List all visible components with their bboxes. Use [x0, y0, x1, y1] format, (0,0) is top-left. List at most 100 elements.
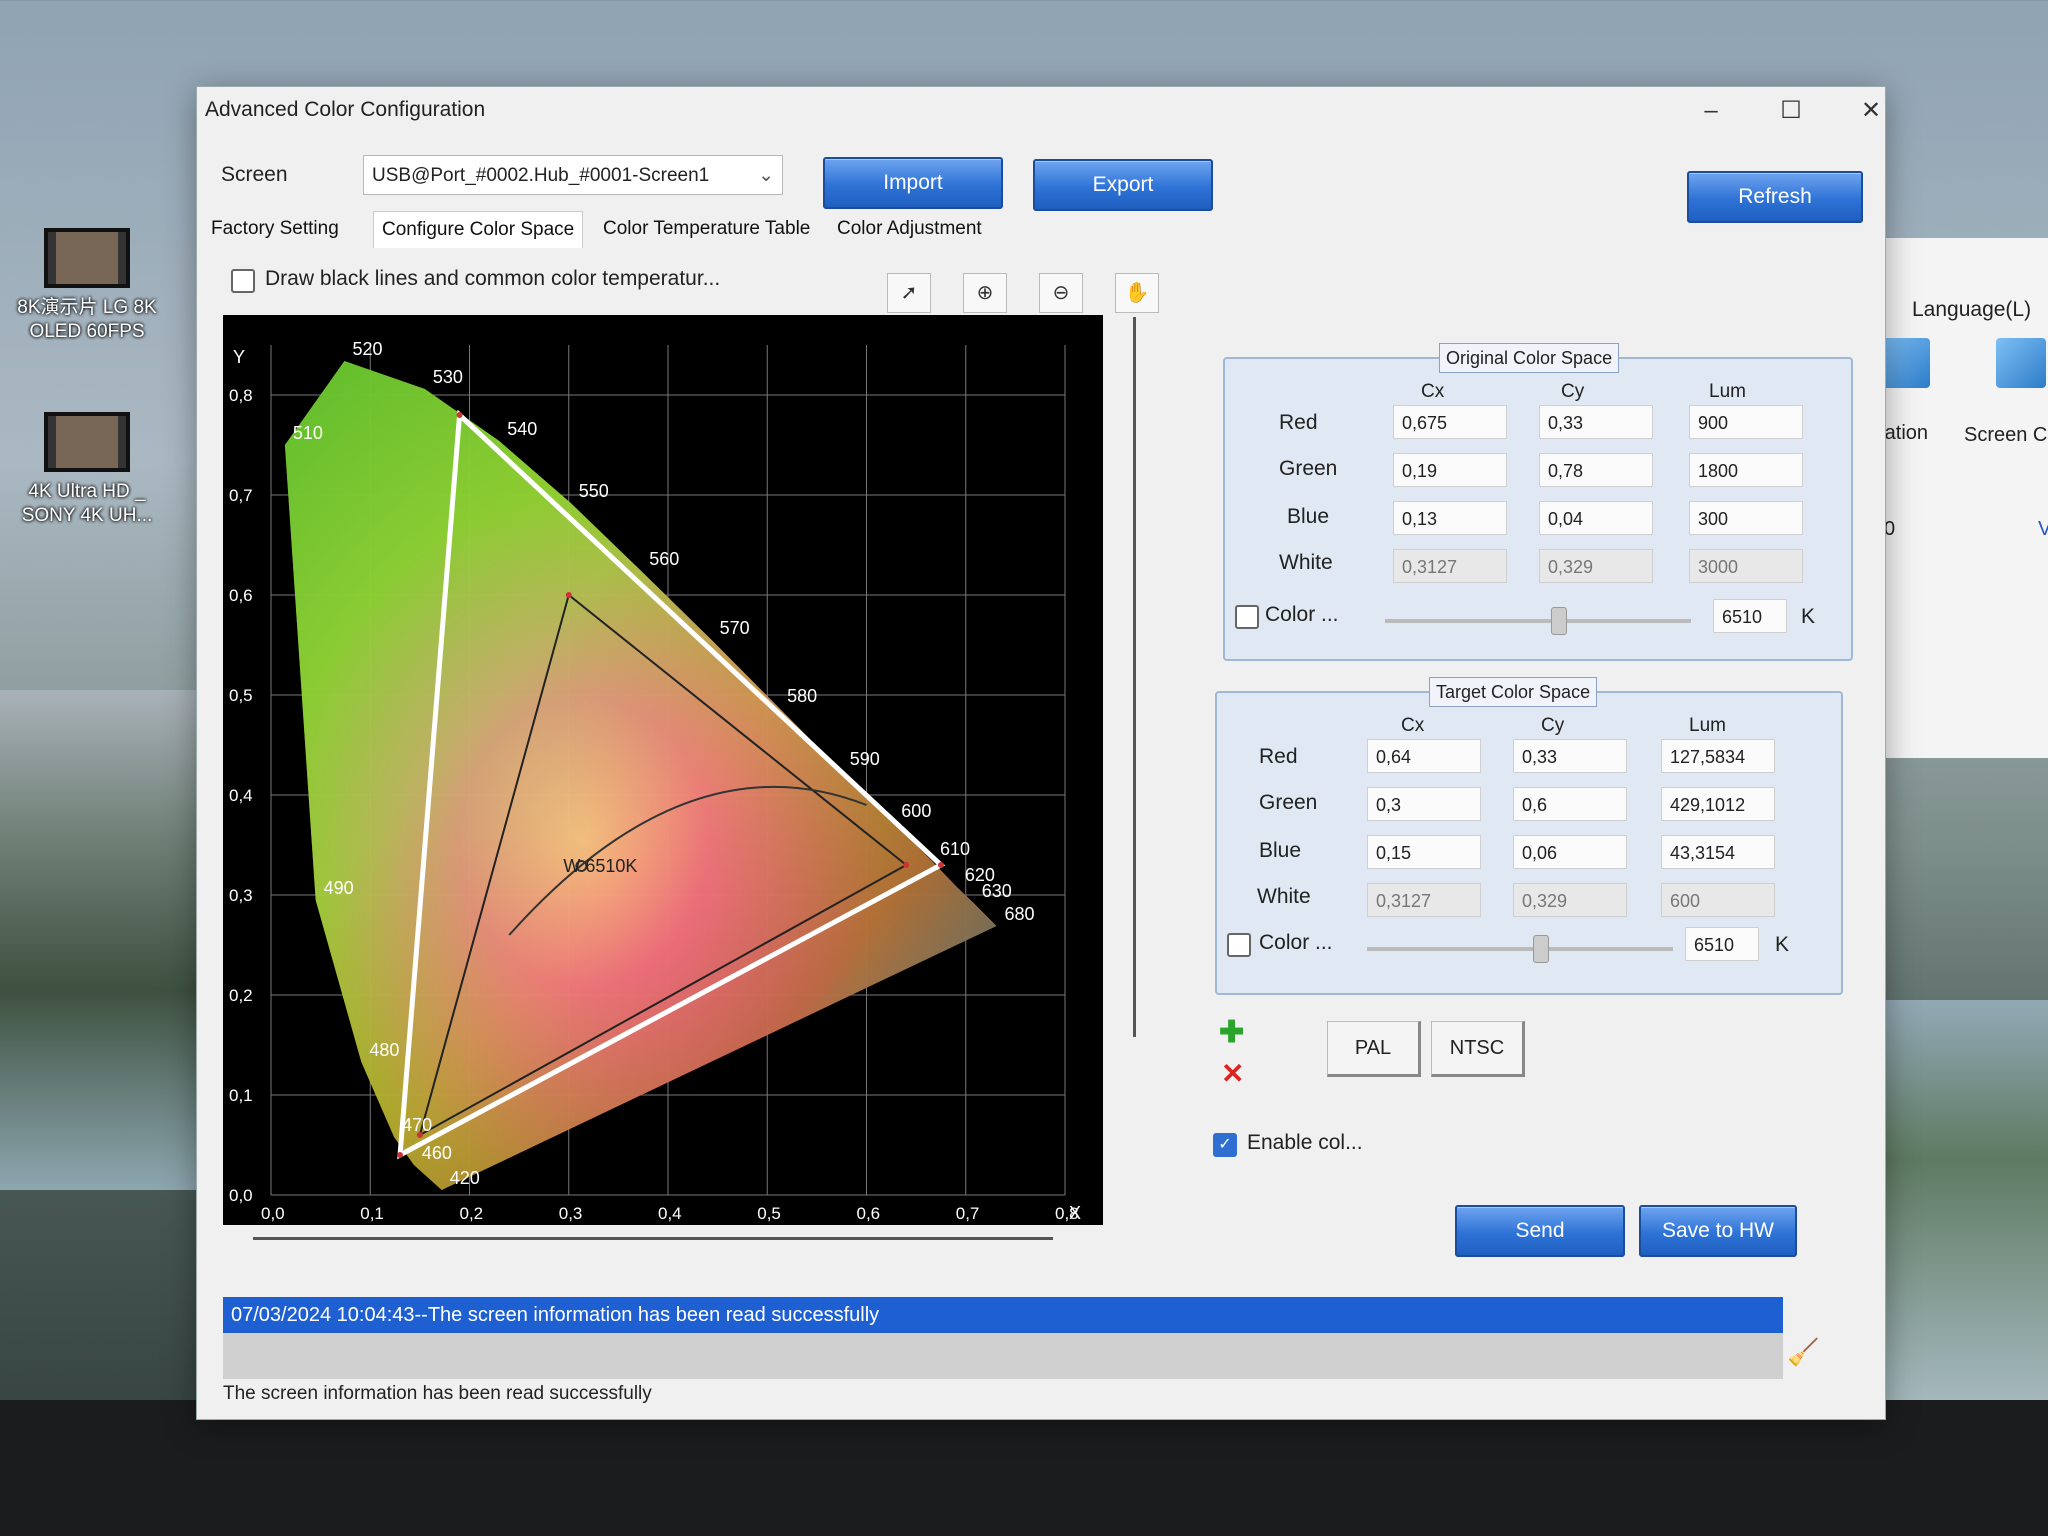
pal-button[interactable]: PAL: [1327, 1021, 1421, 1077]
target-temp-slider-thumb[interactable]: [1533, 935, 1549, 963]
add-icon[interactable]: ✚: [1219, 1015, 1244, 1050]
gamut-vertex: [565, 592, 572, 598]
wavelength-label: 520: [352, 339, 382, 359]
row-label-blue: Blue: [1259, 839, 1302, 862]
original-temp-slider[interactable]: [1385, 619, 1691, 623]
window-title: Advanced Color Configuration: [205, 98, 486, 121]
close-icon[interactable]: ✕: [1841, 93, 1901, 129]
target-red-cx[interactable]: 0,64: [1367, 739, 1481, 773]
tab-color-adjustment[interactable]: Color Adjustment: [829, 211, 990, 247]
header-cx: Cx: [1401, 715, 1425, 736]
original-red-lum[interactable]: 900: [1689, 405, 1803, 439]
tab-configure-color-space[interactable]: Configure Color Space: [373, 211, 584, 248]
x-tick-label: 0,7: [956, 1204, 980, 1223]
original-red-cx[interactable]: 0,675: [1393, 405, 1507, 439]
zoom-out-icon[interactable]: ⊖: [1039, 273, 1083, 313]
target-color-checkbox[interactable]: [1227, 933, 1251, 957]
footer-status: The screen information has been read suc…: [223, 1383, 652, 1404]
value-link[interactable]: V: [2038, 518, 2048, 541]
enable-color-label: Enable col...: [1247, 1131, 1363, 1154]
monitor-bezel: [0, 1400, 2048, 1536]
desktop-icon-label: 4K Ultra HD _ SONY 4K UH...: [21, 481, 153, 526]
refresh-button[interactable]: Refresh: [1687, 171, 1863, 223]
zoom-in-icon[interactable]: ⊕: [963, 273, 1007, 313]
target-blue-cx[interactable]: 0,15: [1367, 835, 1481, 869]
pan-hand-icon[interactable]: ✋: [1115, 273, 1159, 313]
tab-factory-setting[interactable]: Factory Setting: [203, 211, 347, 247]
chart-vertical-scrollbar[interactable]: [1133, 317, 1136, 1037]
target-temp-slider[interactable]: [1367, 947, 1673, 951]
row-label-white: White: [1279, 551, 1333, 574]
target-color-space-title: Target Color Space: [1429, 677, 1598, 707]
enable-color-checkbox[interactable]: ✓: [1213, 1133, 1237, 1157]
screen-config-icon[interactable]: [1996, 338, 2046, 388]
row-label-green: Green: [1259, 791, 1318, 814]
tab-color-temperature-table[interactable]: Color Temperature Table: [595, 211, 818, 247]
wavelength-label: 590: [850, 749, 880, 769]
wavelength-label: 570: [720, 618, 750, 638]
original-color-label: Color ...: [1265, 603, 1339, 626]
minimize-icon[interactable]: –: [1681, 93, 1741, 129]
target-green-cx[interactable]: 0,3: [1367, 787, 1481, 821]
wavelength-label: 490: [324, 878, 354, 898]
screen-label: Screen: [221, 163, 288, 186]
y-tick-label: 0,0: [229, 1186, 253, 1205]
delete-icon[interactable]: ✕: [1221, 1057, 1244, 1090]
row-label-white: White: [1257, 885, 1311, 908]
original-temp-unit: K: [1801, 605, 1816, 628]
wavelength-label: 460: [422, 1143, 452, 1163]
send-button[interactable]: Send: [1455, 1205, 1625, 1257]
target-red-cy[interactable]: 0,33: [1513, 739, 1627, 773]
video-file-icon: [44, 228, 130, 288]
log-line-selected[interactable]: 07/03/2024 10:04:43--The screen informat…: [223, 1297, 1783, 1333]
draw-lines-checkbox[interactable]: [231, 269, 255, 293]
target-blue-cy[interactable]: 0,06: [1513, 835, 1627, 869]
original-green-cy[interactable]: 0,78: [1539, 453, 1653, 487]
wavelength-label: 550: [579, 481, 609, 501]
desktop-icon-label: 8K演示片 LG 8K OLED 60FPS: [17, 297, 157, 342]
x-tick-label: 0,6: [857, 1204, 881, 1223]
target-blue-lum[interactable]: 43,3154: [1661, 835, 1775, 869]
clear-log-icon[interactable]: 🧹: [1787, 1337, 1819, 1368]
pointer-icon[interactable]: ➚: [887, 273, 931, 313]
import-button[interactable]: Import: [823, 157, 1003, 209]
original-green-cx[interactable]: 0,19: [1393, 453, 1507, 487]
y-tick-label: 0,6: [229, 586, 253, 605]
original-temp-slider-thumb[interactable]: [1551, 607, 1567, 635]
original-temp-value[interactable]: 6510: [1713, 599, 1787, 633]
row-label-red: Red: [1279, 411, 1318, 434]
target-green-lum[interactable]: 429,1012: [1661, 787, 1775, 821]
wavelength-label: 610: [940, 839, 970, 859]
original-color-checkbox[interactable]: [1235, 605, 1259, 629]
target-green-cy[interactable]: 0,6: [1513, 787, 1627, 821]
original-green-lum[interactable]: 1800: [1689, 453, 1803, 487]
desktop-icon-video-2[interactable]: 4K Ultra HD _ SONY 4K UH...: [12, 412, 162, 528]
export-button[interactable]: Export: [1033, 159, 1213, 211]
original-color-space-group: Original Color Space Cx Cy Lum Red 0,675…: [1223, 343, 1853, 661]
original-blue-cy[interactable]: 0,04: [1539, 501, 1653, 535]
wavelength-label: 600: [901, 801, 931, 821]
ntsc-button[interactable]: NTSC: [1431, 1021, 1525, 1077]
target-red-lum[interactable]: 127,5834: [1661, 739, 1775, 773]
x-axis-label: X: [1069, 1203, 1081, 1223]
cie-chart-svg: 0,0 0,1 0,2 0,3 0,4 0,5 0,6 0,7 0,8 0,0 0,1 0,2 0,3 0…: [229, 339, 1081, 1223]
chart-horizontal-scrollbar[interactable]: [253, 1237, 1053, 1240]
desktop-icon-video-1[interactable]: 8K演示片 LG 8K OLED 60FPS: [12, 228, 162, 344]
y-tick-label: 0,2: [229, 986, 253, 1005]
original-white-cx: 0,3127: [1393, 549, 1507, 583]
target-temp-value[interactable]: 6510: [1685, 927, 1759, 961]
cie-chromaticity-chart[interactable]: 0,0 0,1 0,2 0,3 0,4 0,5 0,6 0,7 0,8 0,0 0,1 0,2 0,3 0…: [223, 315, 1103, 1225]
original-red-cy[interactable]: 0,33: [1539, 405, 1653, 439]
original-white-lum: 3000: [1689, 549, 1803, 583]
save-to-hw-button[interactable]: Save to HW: [1639, 1205, 1797, 1257]
y-tick-label: 0,5: [229, 686, 253, 705]
target-white-lum: 600: [1661, 883, 1775, 917]
language-menu[interactable]: Language(L): [1912, 298, 2031, 322]
original-blue-cx[interactable]: 0,13: [1393, 501, 1507, 535]
original-blue-lum[interactable]: 300: [1689, 501, 1803, 535]
x-tick-label: 0,2: [460, 1204, 484, 1223]
maximize-icon[interactable]: ☐: [1761, 93, 1821, 129]
spectral-locus-overlay: [284, 361, 997, 1190]
configuration-icon[interactable]: [1880, 338, 1930, 388]
screen-select[interactable]: USB@Port_#0002.Hub_#0001-Screen1 ⌄: [363, 155, 783, 195]
